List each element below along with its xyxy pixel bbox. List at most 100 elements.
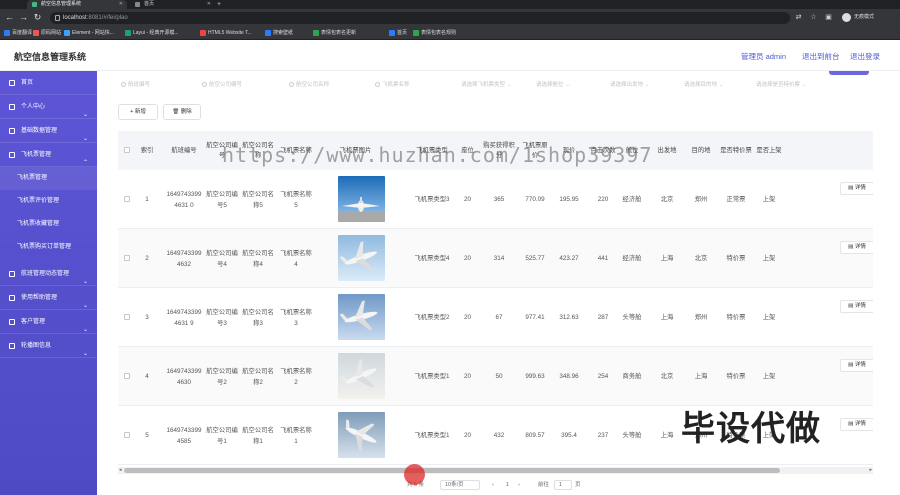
row-checkbox[interactable] xyxy=(124,255,130,261)
star-icon[interactable]: ☆ xyxy=(809,13,818,22)
select-all-checkbox[interactable] xyxy=(124,147,130,153)
flight-number-input[interactable]: 航班编号 xyxy=(121,78,196,92)
sidebar-item[interactable]: 轮播图信息 ⌄ xyxy=(0,334,97,358)
bookmark-item[interactable]: 表情包表名更新 xyxy=(313,29,356,37)
back-to-front-link[interactable]: 退出到前台 xyxy=(802,51,840,62)
detail-button[interactable]: ▤ 详情 xyxy=(840,182,873,195)
extension-icon[interactable]: ▣ xyxy=(824,13,833,22)
detail-button[interactable]: ▤ 详情 xyxy=(840,300,873,313)
delete-button[interactable]: 🗑 删除 xyxy=(163,104,201,120)
ticket-image xyxy=(338,353,385,399)
bookmark-item[interactable]: Layui - 经典开源模... xyxy=(125,29,179,37)
logout-link[interactable]: 退出登录 xyxy=(850,51,880,62)
column-header[interactable]: 目的地 xyxy=(686,131,716,170)
bookmark-item[interactable]: 搜索壁纸 xyxy=(265,29,293,37)
scroll-right-icon[interactable]: ▸ xyxy=(869,467,872,474)
bookmark-item[interactable]: Element - 网站快... xyxy=(64,29,114,37)
price-cell: 195.95 xyxy=(559,196,579,203)
browser-tab[interactable]: 首页 ✕ xyxy=(130,0,215,9)
ticket-type-cell: 飞机票类型4 xyxy=(414,255,450,262)
close-icon[interactable]: ✕ xyxy=(119,0,123,9)
company-number-input[interactable]: 航空公司编号 xyxy=(202,78,282,92)
sidebar-subitem[interactable]: 飞机票评价管理 xyxy=(0,190,97,213)
menu-icon xyxy=(9,294,15,301)
flight-number-cell: 16497433994631 0 xyxy=(166,190,202,209)
company-name-input[interactable]: 航空公司名称 xyxy=(289,78,369,92)
sidebar-subitem[interactable]: 飞机票收藏管理 xyxy=(0,213,97,236)
back-icon[interactable]: ← xyxy=(4,12,15,23)
goto-page-input[interactable]: 1 xyxy=(554,480,572,490)
bookmarks-bar: 百度翻译 原码网站 Element - 网站快... Layui - 经典开源模...… xyxy=(0,26,900,40)
horizontal-scrollbar[interactable]: ◂ ▸ xyxy=(118,467,873,474)
prev-page-icon[interactable]: ‹ xyxy=(492,478,494,492)
ticket-name-input[interactable]: 飞机票名称 xyxy=(375,78,450,92)
index-cell: 5 xyxy=(145,432,149,439)
destination-cell: 北京 xyxy=(694,255,708,262)
new-tab-icon[interactable]: + xyxy=(217,0,221,9)
search-icon xyxy=(121,82,126,87)
menu-icon xyxy=(9,342,15,349)
chevron-down-icon: ⌄ xyxy=(719,82,724,88)
cabin-cell: 头等舱 xyxy=(622,432,642,439)
admin-label[interactable]: 管理员 admin xyxy=(741,51,786,62)
ticket-image xyxy=(338,412,385,458)
sidebar-item[interactable]: 飞机票管理 ⌃ xyxy=(0,143,97,167)
company-number-cell: 航空公司编号5 xyxy=(206,190,238,209)
menu-icon xyxy=(9,103,15,110)
browser-tab-active[interactable]: 航空信息管理系统 ✕ xyxy=(27,0,127,9)
profile-avatar[interactable] xyxy=(842,13,851,22)
row-checkbox[interactable] xyxy=(124,196,130,202)
detail-button[interactable]: ▤ 详情 xyxy=(840,359,873,372)
bookmark-item[interactable]: 百度翻译 xyxy=(4,29,32,37)
row-checkbox[interactable] xyxy=(124,314,130,320)
bookmark-item[interactable]: 表情包表名规则 xyxy=(413,29,456,37)
ticket-type-cell: 飞机票类型1 xyxy=(414,373,450,380)
bookmark-item[interactable]: 原码网站 xyxy=(33,29,61,37)
ticket-type-select[interactable]: 请选择飞机票类型 ⌄ xyxy=(461,78,531,92)
url-field[interactable]: localhost:8081/#/fei/plao xyxy=(50,12,790,24)
forward-icon[interactable]: → xyxy=(18,12,29,23)
sidebar-item[interactable]: 基础数据管理 ⌄ xyxy=(0,119,97,143)
bookmark-icon xyxy=(413,30,419,36)
table-row: 4 16497433994630 航空公司编号2 航空公司名称2 飞机票名称2 飞机票类型… xyxy=(118,347,873,406)
index-cell: 3 xyxy=(145,314,149,321)
top-action-button[interactable] xyxy=(829,71,869,75)
sidebar-item[interactable]: 航班管理动态管理 ⌄ xyxy=(0,262,97,286)
sidebar-item[interactable]: 使用帮助管理 ⌄ xyxy=(0,286,97,310)
sidebar-item[interactable]: 个人中心 ⌄ xyxy=(0,95,97,119)
sidebar-subitem[interactable]: 飞机票购买订单管理 xyxy=(0,236,97,259)
sidebar-item[interactable]: 客户管理 ⌄ xyxy=(0,310,97,334)
column-header[interactable]: 航班编号 xyxy=(164,131,204,170)
detail-button[interactable]: ▤ 详情 xyxy=(840,241,873,254)
next-page-icon[interactable]: › xyxy=(518,478,520,492)
cabin-select[interactable]: 请选择舱位 ⌄ xyxy=(536,78,596,92)
column-header[interactable]: 出发地 xyxy=(652,131,682,170)
detail-button[interactable]: ▤ 详情 xyxy=(840,418,873,431)
column-header[interactable]: 是否上架 xyxy=(752,131,786,170)
reload-icon[interactable]: ↻ xyxy=(32,12,43,23)
scrollbar-thumb[interactable] xyxy=(124,468,780,473)
bookmark-item[interactable]: HTML5 Website T... xyxy=(200,29,252,37)
close-icon[interactable]: ✕ xyxy=(207,0,211,9)
sidebar-item[interactable]: 首页 xyxy=(0,71,97,95)
special-price-cell: 特价票 xyxy=(726,255,746,262)
special-price-select[interactable]: 请选择是否特价票 ⌄ xyxy=(756,78,826,92)
company-number-cell: 航空公司编号3 xyxy=(206,308,238,327)
destination-select[interactable]: 请选择目的地 ⌄ xyxy=(684,78,744,92)
scroll-left-icon[interactable]: ◂ xyxy=(119,467,122,474)
bookmark-item[interactable]: 首页 xyxy=(389,29,407,37)
add-button[interactable]: + 新增 xyxy=(118,104,158,120)
original-price-cell: 977.41 xyxy=(525,314,545,321)
translate-icon[interactable]: ⇄ xyxy=(794,13,803,22)
index-cell: 2 xyxy=(145,255,149,262)
status-cell: 上架 xyxy=(762,255,776,262)
sidebar-subitem[interactable]: 飞机票管理 xyxy=(0,167,97,190)
row-checkbox[interactable] xyxy=(124,373,130,379)
column-header[interactable]: 是否特价票 xyxy=(718,131,754,170)
row-checkbox[interactable] xyxy=(124,432,130,438)
column-header[interactable]: 索引 xyxy=(136,131,158,170)
page-number[interactable]: 1 xyxy=(506,478,509,492)
clicks-cell: 254 xyxy=(597,373,609,380)
departure-select[interactable]: 请选择出发地 ⌄ xyxy=(610,78,670,92)
page-size-select[interactable]: 10条/页 xyxy=(440,480,480,490)
